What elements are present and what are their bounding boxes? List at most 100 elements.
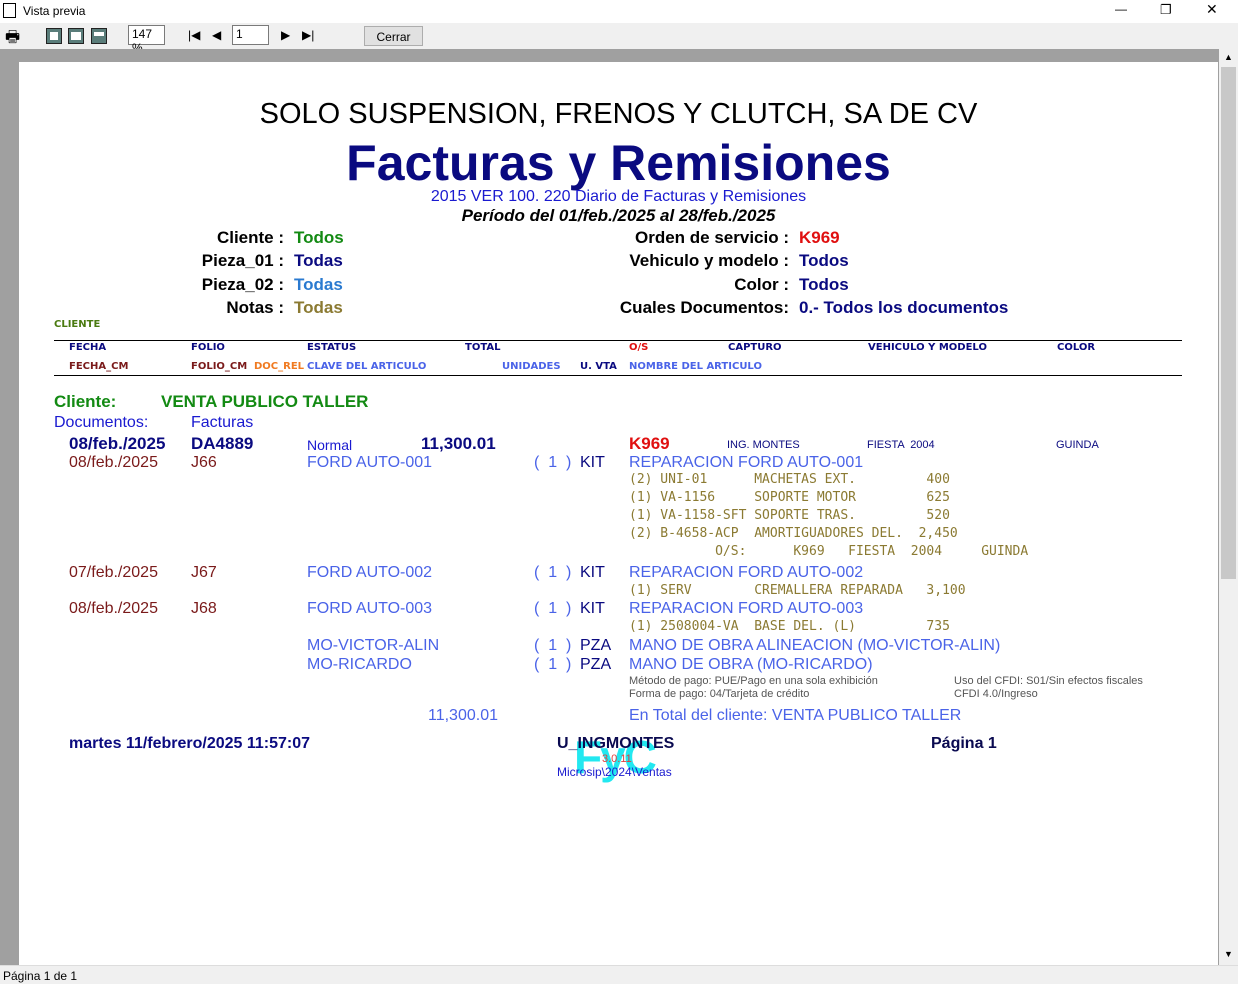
filter-notas-label: Notas : <box>226 298 284 317</box>
filter-pieza02-value: Todas <box>294 275 343 294</box>
page-input[interactable]: 1 <box>232 25 269 45</box>
col-total: TOTAL <box>465 342 501 353</box>
filter-os-label: Orden de servicio : <box>635 228 789 247</box>
prev-page-icon[interactable]: ◀ <box>212 28 221 42</box>
cfdi-version: CFDI 4.0/Ingreso <box>954 688 1038 700</box>
page-width-icon[interactable] <box>68 28 84 44</box>
detail-line: O/S: K969 FIESTA 2004 GUINDA <box>629 544 1029 559</box>
detail-line: (1) SERV CREMALLERA REPARADA 3,100 <box>629 583 966 598</box>
filter-os-value: K969 <box>799 228 840 247</box>
line-code: MO-RICARDO <box>307 656 412 673</box>
doc-captured: ING. MONTES <box>727 439 800 451</box>
title-bar: Vista previa — ❐ ✕ <box>0 0 1238 23</box>
docs-label: Documentos: <box>54 414 149 431</box>
doc-color: GUINDA <box>1056 439 1099 451</box>
line-name: REPARACION FORD AUTO-002 <box>629 564 864 581</box>
payment-method: Método de pago: PUE/Pago en una sola exh… <box>629 675 878 687</box>
line-uv: KIT <box>580 564 605 581</box>
line-units: ( 1 ) <box>534 656 572 673</box>
maximize-button[interactable]: ❐ <box>1160 2 1172 18</box>
col-folio-cm: FOLIO_CM <box>191 361 248 372</box>
filter-docs-label: Cuales Documentos: <box>619 298 789 317</box>
detail-line: (1) VA-1158-SFT SOPORTE TRAS. 520 <box>629 508 950 523</box>
minimize-button[interactable]: — <box>1115 2 1127 16</box>
docs-value: Facturas <box>191 414 254 431</box>
doc-total: 11,300.01 <box>421 434 496 453</box>
line-uv: PZA <box>580 656 612 673</box>
multi-page-icon[interactable] <box>91 28 107 44</box>
filter-color-label: Color : <box>734 275 789 294</box>
col-fecha-cm: FECHA_CM <box>69 361 129 372</box>
report-period: Período del 01/feb./2025 al 28/feb./2025 <box>461 206 776 225</box>
line-uv: KIT <box>580 600 605 617</box>
status-bar: Página 1 de 1 <box>0 965 1238 984</box>
col-capturo: CAPTURO <box>728 342 782 353</box>
col-fecha: FECHA <box>69 342 107 353</box>
window-title: Vista previa <box>23 4 86 18</box>
col-unidades: UNIDADES <box>502 361 561 372</box>
doc-vehicle: FIESTA 2004 <box>867 439 935 451</box>
line-name: REPARACION FORD AUTO-003 <box>629 600 864 617</box>
detail-line: (2) UNI-01 MACHETAS EXT. 400 <box>629 472 950 487</box>
vertical-scrollbar[interactable]: ▲ ▼ <box>1219 49 1238 965</box>
line-folio: J67 <box>191 564 217 581</box>
line-code: MO-VICTOR-ALIN <box>307 637 440 654</box>
col-uvta: U. VTA <box>580 361 617 372</box>
client-total: 11,300.01 <box>428 707 498 724</box>
line-date: 08/feb./2025 <box>69 600 158 617</box>
scroll-up-icon[interactable]: ▲ <box>1224 52 1233 62</box>
col-folio: FOLIO <box>191 342 225 353</box>
report-subtitle: 2015 VER 100. 220 Diario de Facturas y R… <box>430 188 807 205</box>
filter-cliente-value: Todos <box>294 228 344 247</box>
app-path: Microsip\2024\Ventas <box>557 765 672 779</box>
zoom-input[interactable]: 147 % <box>128 25 165 55</box>
line-date: 08/feb./2025 <box>69 454 158 471</box>
single-page-icon[interactable] <box>46 28 62 44</box>
doc-folio: DA4889 <box>191 434 254 453</box>
line-code: FORD AUTO-003 <box>307 600 433 617</box>
last-page-icon[interactable]: ▶| <box>302 28 314 42</box>
line-name: REPARACION FORD AUTO-001 <box>629 454 864 471</box>
scroll-thumb[interactable] <box>1221 67 1236 579</box>
version: 3.0.11 <box>602 753 632 765</box>
filter-docs-value: 0.- Todos los documentos <box>799 298 1009 317</box>
line-units: ( 1 ) <box>534 600 572 617</box>
toolbar: 🖶 147 % |◀ ◀ 1 ▶ ▶| Cerrar <box>0 23 1238 55</box>
filter-pieza01-label: Pieza_01 : <box>201 251 284 270</box>
first-page-icon[interactable]: |◀ <box>188 28 200 42</box>
line-name: MANO DE OBRA ALINEACION (MO-VICTOR-ALIN) <box>629 637 1001 654</box>
doc-status: Normal <box>307 437 353 453</box>
scroll-down-icon[interactable]: ▼ <box>1224 949 1233 959</box>
line-folio: J66 <box>191 454 217 471</box>
line-uv: PZA <box>580 637 612 654</box>
line-units: ( 1 ) <box>534 637 572 654</box>
filter-notas-value: Todas <box>294 298 343 317</box>
detail-line: (1) 2508004-VA BASE DEL. (L) 735 <box>629 619 950 634</box>
preview-icon <box>3 3 16 18</box>
line-uv: KIT <box>580 454 605 471</box>
filter-cliente-label: Cliente : <box>216 228 284 247</box>
col-clave: CLAVE DEL ARTICULO <box>307 361 427 372</box>
next-page-icon[interactable]: ▶ <box>281 28 290 42</box>
filter-vehicle-label: Vehiculo y modelo : <box>629 251 789 270</box>
doc-os: K969 <box>629 434 670 453</box>
col-vehiculo: VEHICULO Y MODELO <box>868 342 987 353</box>
report-title: Facturas y Remisiones <box>346 135 891 191</box>
line-units: ( 1 ) <box>534 564 572 581</box>
close-window-button[interactable]: ✕ <box>1206 1 1218 18</box>
line-name: MANO DE OBRA (MO-RICARDO) <box>629 656 873 673</box>
filter-pieza02-label: Pieza_02 : <box>201 275 284 294</box>
payment-form: Forma de pago: 04/Tarjeta de crédito <box>629 688 810 700</box>
line-code: FORD AUTO-001 <box>307 454 433 471</box>
detail-line: (1) VA-1156 SOPORTE MOTOR 625 <box>629 490 950 505</box>
close-button[interactable]: Cerrar <box>364 26 423 46</box>
client-total-label: En Total del cliente: VENTA PUBLICO TALL… <box>629 707 962 724</box>
line-folio: J68 <box>191 600 217 617</box>
line-code: FORD AUTO-002 <box>307 564 433 581</box>
line-units: ( 1 ) <box>534 454 572 471</box>
col-color: COLOR <box>1057 342 1096 353</box>
report-page: SOLO SUSPENSION, FRENOS Y CLUTCH, SA DE … <box>19 62 1218 965</box>
col-os: O/S <box>629 342 649 353</box>
line-date: 07/feb./2025 <box>69 564 158 581</box>
filter-color-value: Todos <box>799 275 849 294</box>
